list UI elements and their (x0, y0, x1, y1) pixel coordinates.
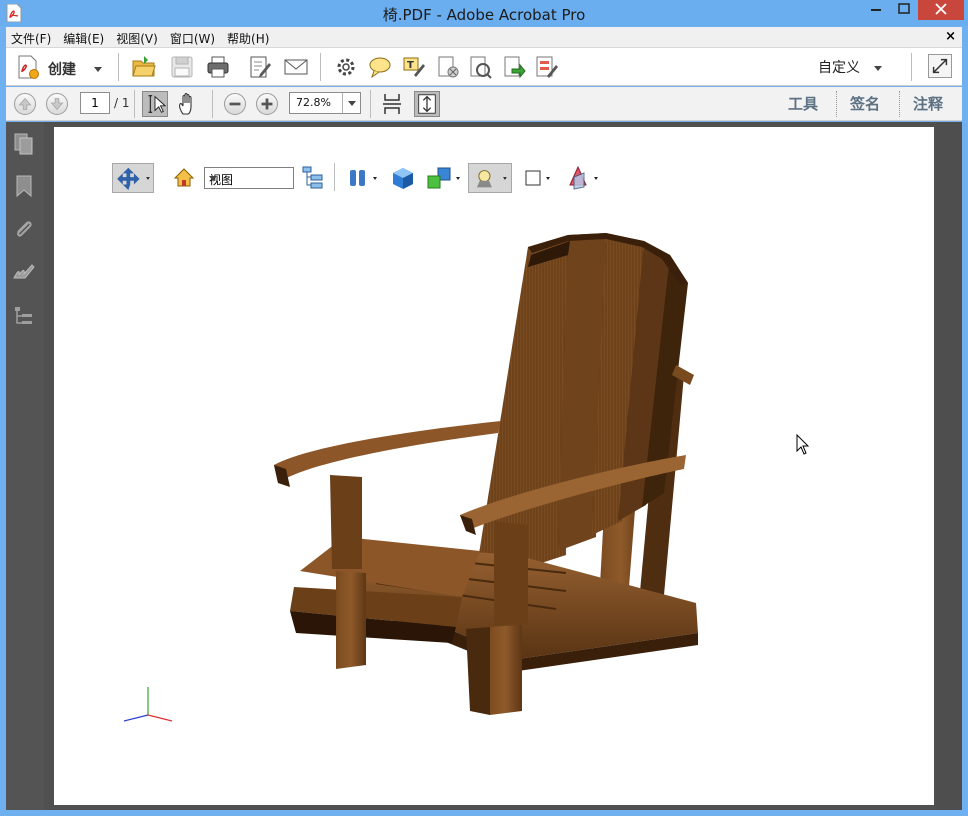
email-icon[interactable] (284, 55, 308, 79)
layers-icon[interactable] (12, 304, 36, 328)
document-area: 视图 (44, 122, 962, 810)
window-title: 椅.PDF - Adobe Acrobat Pro (382, 6, 586, 24)
attachment-icon[interactable] (12, 218, 36, 242)
zoom-dropdown-button[interactable] (342, 93, 360, 113)
full-page-view-button[interactable] (414, 91, 440, 117)
menu-edit[interactable]: 编辑(E) (58, 27, 111, 48)
close-window-button[interactable] (918, 0, 964, 20)
menu-help[interactable]: 帮助(H) (222, 27, 276, 48)
model-tree-icon[interactable] (300, 163, 326, 193)
pages-icon[interactable] (12, 132, 36, 156)
tab-sign[interactable]: 签名 (850, 93, 880, 114)
comment-icon[interactable] (368, 55, 392, 79)
bookmark-icon[interactable] (12, 174, 36, 198)
zoom-out-button[interactable] (224, 93, 246, 115)
navigation-pane (6, 122, 44, 810)
save-icon[interactable] (170, 55, 194, 79)
fit-page-icon[interactable] (380, 92, 404, 116)
rotate-tool-icon[interactable] (112, 163, 154, 193)
edit-document-icon[interactable] (248, 55, 272, 79)
lighting-icon[interactable] (468, 163, 512, 193)
menu-view[interactable]: 视图(V) (111, 27, 165, 48)
print-icon[interactable] (206, 55, 230, 79)
toolbar-divider (118, 53, 119, 81)
chevron-down-icon (209, 176, 217, 181)
redact-icon[interactable] (436, 55, 460, 79)
chevron-down-icon (348, 101, 356, 106)
text-annotation-icon[interactable]: T (402, 55, 426, 79)
tab-comment[interactable]: 注释 (913, 93, 943, 114)
gear-icon[interactable] (334, 55, 358, 79)
play-animation-icon[interactable] (346, 163, 382, 193)
projection-icon[interactable] (390, 163, 416, 193)
cross-section-icon[interactable] (564, 163, 602, 193)
signature-icon[interactable] (12, 260, 36, 284)
minimize-button[interactable] (862, 0, 890, 20)
open-folder-icon[interactable] (132, 55, 156, 79)
mouse-pointer-icon (796, 434, 810, 455)
tab-tools[interactable]: 工具 (788, 93, 818, 114)
title-bar: 椅.PDF - Adobe Acrobat Pro (0, 0, 968, 26)
form-icon[interactable] (534, 55, 558, 79)
3d-chair-model[interactable] (266, 225, 706, 720)
render-mode-icon[interactable] (424, 163, 462, 193)
chevron-down-icon (94, 67, 102, 72)
3d-toolbar: 视图 (112, 161, 612, 195)
close-document-button[interactable]: × (945, 29, 956, 44)
previous-page-button[interactable] (14, 93, 36, 115)
customize-menu[interactable]: 自定义 (818, 57, 883, 77)
maximize-button[interactable] (890, 0, 918, 20)
toolbar-divider (212, 90, 213, 118)
toolbar-divider (320, 53, 321, 81)
hand-tool-icon[interactable] (176, 92, 200, 116)
fullscreen-button[interactable] (928, 54, 952, 78)
create-label: 创建 (48, 62, 76, 78)
create-button[interactable]: 创建 (16, 54, 106, 80)
customize-label: 自定义 (818, 60, 860, 76)
toolbar-divider (134, 90, 135, 118)
menu-window[interactable]: 窗口(W) (165, 27, 222, 48)
navigation-toolbar: 1 / 1 72.8% 工具 签名 注释 (6, 87, 962, 121)
page-total-label: / 1 (114, 96, 130, 110)
main-toolbar: 创建 T 自定义 (6, 48, 962, 86)
next-page-button[interactable] (46, 93, 68, 115)
home-view-icon[interactable] (172, 163, 196, 193)
vertical-scrollbar[interactable] (936, 122, 962, 810)
toolbar-divider (370, 90, 371, 118)
create-pdf-icon (18, 55, 39, 79)
zoom-in-button[interactable] (256, 93, 278, 115)
3d-axes-icon (123, 687, 173, 722)
background-color-icon[interactable] (522, 163, 554, 193)
page-number-input[interactable]: 1 (80, 92, 110, 114)
zoom-value: 72.8% (296, 96, 331, 109)
menu-bar: 文件(F) 编辑(E) 视图(V) 窗口(W) 帮助(H) × (6, 27, 962, 48)
chevron-down-icon (874, 65, 883, 71)
export-icon[interactable] (502, 55, 526, 79)
tab-divider (899, 91, 900, 117)
view-select[interactable]: 视图 (204, 167, 294, 189)
recognize-icon[interactable] (468, 55, 492, 79)
pdf-page: 视图 (54, 127, 934, 805)
select-tool-button[interactable] (142, 91, 168, 117)
zoom-combobox[interactable]: 72.8% (289, 92, 361, 114)
toolbar-divider (911, 53, 912, 81)
tab-divider (836, 91, 837, 117)
svg-text:T: T (407, 60, 414, 71)
menu-file[interactable]: 文件(F) (6, 27, 58, 48)
toolbar-divider (334, 163, 335, 191)
